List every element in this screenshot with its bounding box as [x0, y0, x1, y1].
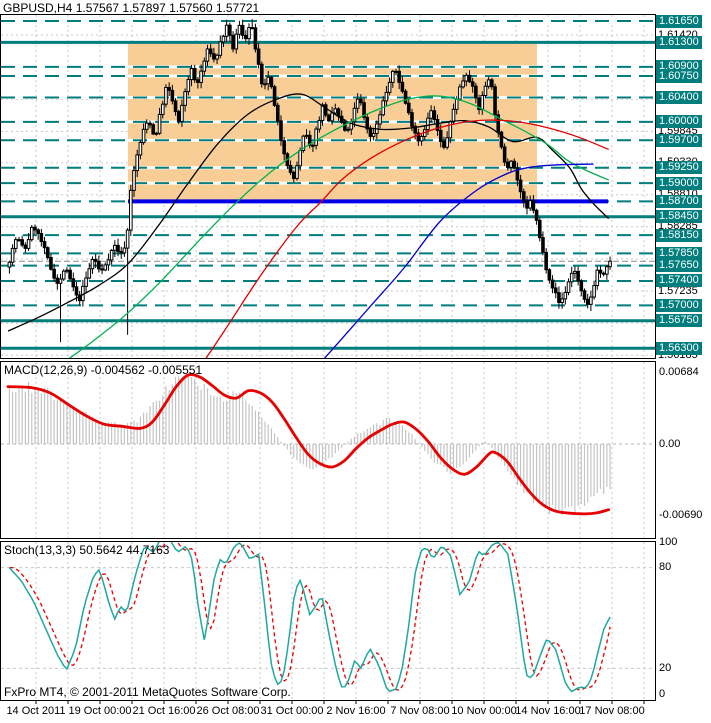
symbol-timeframe: GBPUSD,H4 — [3, 1, 73, 15]
time-axis-label: 14 Nov 16:00 — [515, 705, 581, 717]
price-level-label[interactable]: 1.59000 — [656, 176, 702, 190]
stoch-axis-label: 80 — [659, 561, 672, 574]
time-axis-label: 17 Nov 08:00 — [579, 705, 645, 717]
stoch-name: Stoch(13,3,3) — [4, 543, 77, 557]
price-level-label[interactable]: 1.58700 — [656, 194, 702, 208]
price-level-label[interactable]: 1.60750 — [656, 69, 702, 83]
price-level-label[interactable]: 1.57400 — [656, 274, 702, 288]
macd-name: MACD(12,26,9) — [4, 363, 88, 377]
chart-canvas[interactable] — [0, 0, 711, 723]
price-level-label[interactable]: 1.60400 — [656, 90, 702, 104]
macd-axis-label: -0.00690 — [659, 509, 703, 522]
copyright-text: FxPro MT4, © 2001-2011 MetaQuotes Softwa… — [4, 685, 291, 699]
macd-label: MACD(12,26,9) -0.004562 -0.005551 — [4, 363, 202, 377]
time-axis-label: 19 Oct 00:00 — [68, 705, 132, 717]
price-level-label[interactable]: 1.57000 — [656, 298, 702, 312]
time-axis-label: 7 Nov 08:00 — [390, 705, 450, 717]
price-level-label[interactable]: 1.57850 — [656, 246, 702, 260]
price-level-label[interactable]: 1.59250 — [656, 161, 702, 175]
stoch-axis-label: 20 — [659, 661, 672, 674]
price-level-label[interactable]: 1.58150 — [656, 228, 702, 242]
price-level-label[interactable]: 1.61650 — [656, 14, 702, 28]
time-axis-label: 2 Nov 16:00 — [326, 705, 386, 717]
price-level-label[interactable]: 1.56300 — [656, 341, 702, 355]
price-level-label[interactable]: 1.61300 — [656, 35, 702, 49]
macd-values: -0.004562 -0.005551 — [90, 363, 203, 377]
macd-axis-label: 0.00684 — [659, 366, 699, 379]
price-level-label[interactable]: 1.59700 — [656, 133, 702, 147]
price-level-label[interactable]: 1.56750 — [656, 314, 702, 328]
price-level-label[interactable]: 1.60000 — [656, 115, 702, 129]
macd-axis-label: 0.00 — [659, 437, 681, 450]
time-axis-label: 14 Oct 2011 — [6, 705, 66, 717]
quote-ohlc: 1.57567 1.57897 1.57560 1.57721 — [75, 1, 260, 15]
price-level-label[interactable]: 1.57650 — [656, 259, 702, 273]
price-level-label[interactable]: 1.58450 — [656, 210, 702, 224]
stoch-label: Stoch(13,3,3) 50.5642 44.7163 — [4, 543, 169, 557]
time-axis-label: 10 Nov 00:00 — [451, 705, 517, 717]
mt4-chart-window: GBPUSD,H4 1.57567 1.57897 1.57560 1.5772… — [0, 0, 711, 723]
stoch-values: 50.5642 44.7163 — [79, 543, 170, 557]
chart-title: GBPUSD,H4 1.57567 1.57897 1.57560 1.5772… — [3, 1, 259, 15]
time-axis-label: 21 Oct 16:00 — [132, 705, 196, 717]
time-axis-label: 26 Oct 08:00 — [196, 705, 260, 717]
stoch-axis-label: 0 — [659, 688, 666, 700]
time-axis-label: 31 Oct 00:00 — [260, 705, 324, 717]
stoch-axis-label: 100 — [659, 536, 678, 548]
